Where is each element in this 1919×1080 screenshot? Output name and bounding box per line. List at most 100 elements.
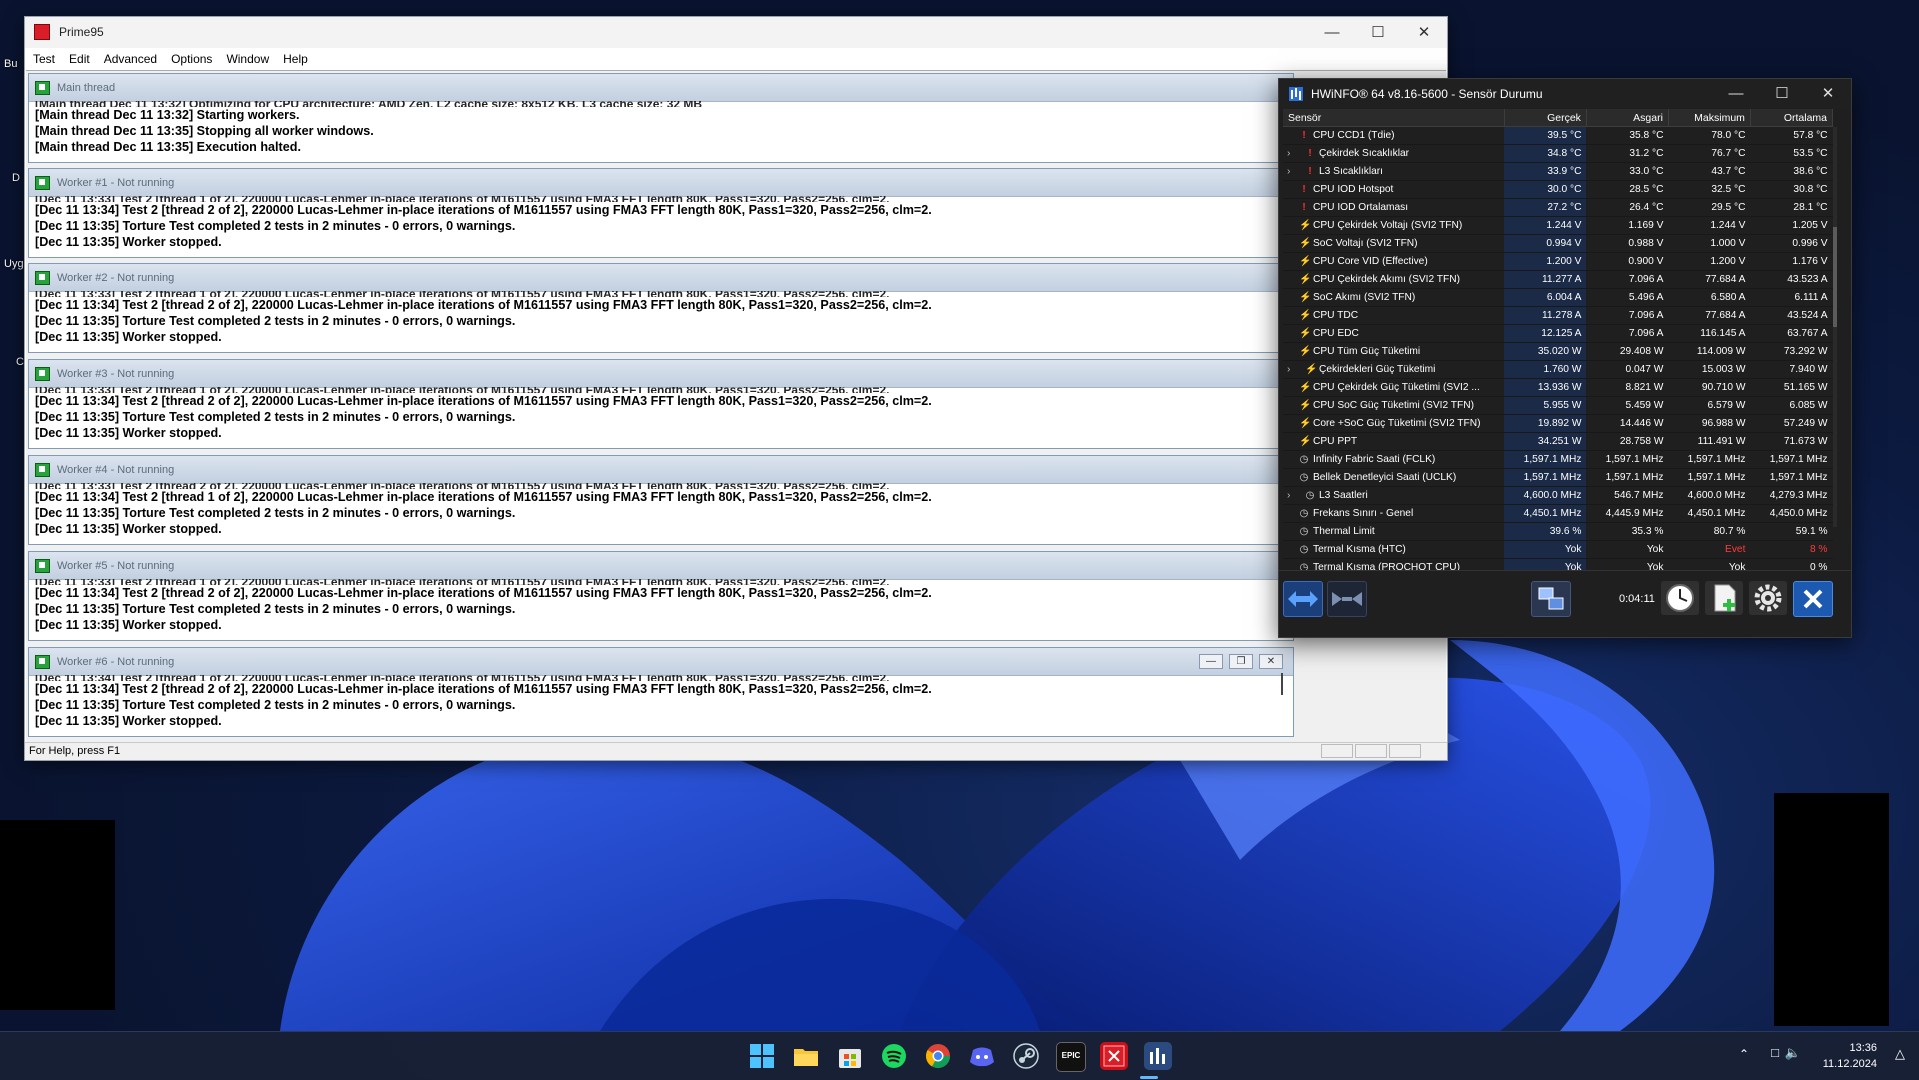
desktop-icon-label[interactable]: Bu [4,58,17,70]
sensor-row[interactable]: ⚡ CPU SoC Güç Tüketimi (SVI2 TFN) 5.955 W5… [1283,396,1833,415]
scrollbar-track[interactable] [1833,127,1837,527]
close-button[interactable]: ✕ [1805,79,1851,109]
child-window-main-thread[interactable]: Main thread [Main thread Dec 11 13:32] O… [28,73,1294,163]
log-file-button[interactable] [1705,581,1743,615]
sensor-row[interactable]: ⚡ Core +SoC Güç Tüketimi (SVI2 TFN) 19.892… [1283,414,1833,433]
sensor-name-cell[interactable]: ⚡ CPU Çekirdek Voltajı (SVI2 TFN) [1283,216,1505,235]
sensor-row[interactable]: ⚡ CPU Core VID (Effective) 1.200 V 0.900 V1… [1283,252,1833,271]
sensor-name-cell[interactable]: ! CPU IOD Ortalaması [1283,198,1505,217]
collapse-arrows-button[interactable] [1327,581,1367,617]
sensor-row[interactable]: ⚡ CPU Çekirdek Güç Tüketimi (SVI2 ... 13.9… [1283,378,1833,397]
desktop-icon-label[interactable]: D [12,172,20,184]
child-window-worker-5[interactable]: Worker #5 - Not running [Dec 11 13:33] T… [28,551,1294,641]
sensor-row[interactable]: ◷ Thermal Limit 39.6 % 35.3 % 80.7 % 59.1 % [1283,522,1833,541]
close-button[interactable]: ✕ [1401,17,1447,48]
column-header-sensor[interactable]: Sensör [1283,109,1505,127]
sensor-row[interactable]: › ◷ L3 Saatleri 4,600.0 MHz 546.7 MHz 4,600.0… [1283,486,1833,505]
column-header-avg[interactable]: Ortalama [1750,109,1834,127]
menu-window[interactable]: Window [226,52,269,66]
minimize-button[interactable]: — [1713,79,1759,109]
chevron-right-icon[interactable]: › [1287,490,1299,501]
sensor-name-cell[interactable]: ⚡ CPU PPT [1283,432,1505,451]
sensor-name-cell[interactable]: ⚡ Core +SoC Güç Tüketimi (SVI2 TFN) [1283,414,1505,433]
menu-help[interactable]: Help [283,52,308,66]
sensor-name-cell[interactable]: ⚡ CPU TDC [1283,306,1505,325]
sensor-row[interactable]: ⚡ SoC Voltajı (SVI2 TFN) 0.994 V 0.988 V 1.0… [1283,234,1833,253]
network-button[interactable] [1531,581,1571,617]
sensor-row[interactable]: ›! L3 Sıcaklıkları 33.9 °C 33.0 °C 43.7 °C 38… [1283,162,1833,181]
desktop-icon-label[interactable]: C [16,356,24,368]
log-output[interactable]: [Main thread Dec 11 13:32] Optimizing fo… [35,101,1287,160]
expand-arrows-button[interactable] [1283,581,1323,617]
sensor-row[interactable]: ›! Çekirdek Sıcaklıklar 34.8 °C 31.2 °C 76.7… [1283,144,1833,163]
sensor-name-cell[interactable]: › ⚡ Çekirdekleri Güç Tüketimi [1283,360,1505,379]
sensor-name-cell[interactable]: ⚡ CPU Çekirdek Güç Tüketimi (SVI2 ... [1283,378,1505,397]
log-output[interactable]: [Dec 11 13:33] Test 2 [thread 2 of 2], 2… [35,483,1287,542]
sensor-name-cell[interactable]: ! CPU CCD1 (Tdie) [1283,126,1505,145]
sensor-row[interactable]: ⚡ CPU Tüm Güç Tüketimi 35.020 W 29.408 W 114… [1283,342,1833,361]
network-status-icon[interactable]: □ [1771,1045,1779,1060]
sensor-name-cell[interactable]: ›! L3 Sıcaklıkları [1283,162,1505,181]
sensor-row[interactable]: ⚡ SoC Akımı (SVI2 TFN) 6.004 A 5.496 A 6.580… [1283,288,1833,307]
notification-bell-icon[interactable]: △ [1895,1046,1905,1062]
child-window-worker-3[interactable]: Worker #3 - Not running [Dec 11 13:33] T… [28,359,1294,449]
minimize-button[interactable]: — [1309,17,1355,48]
sensor-name-cell[interactable]: ◷ Thermal Limit [1283,522,1505,541]
sensor-row[interactable]: ⚡ CPU PPT 34.251 W 28.758 W 111.491 W 71.673 … [1283,432,1833,451]
child-titlebar[interactable]: Worker #3 - Not running [29,360,1293,388]
sensor-row[interactable]: ⚡ CPU Çekirdek Voltajı (SVI2 TFN) 1.244 V1… [1283,216,1833,235]
file-explorer-button[interactable] [792,1042,820,1070]
sensor-table[interactable]: Sensör Gerçek Asgari Maksimum Ortalama !… [1283,109,1834,613]
child-titlebar[interactable]: Worker #6 - Not running — ❐ ✕ [29,648,1293,676]
sensor-row[interactable]: ⚡ CPU Çekirdek Akımı (SVI2 TFN) 11.277 A 7.… [1283,270,1833,289]
discord-button[interactable] [968,1042,996,1070]
log-output[interactable]: [Dec 11 13:33] Test 2 [thread 1 of 2], 2… [35,196,1287,255]
sensor-row[interactable]: ◷ Frekans Sınırı - Genel 4,450.1 MHz 4,445.… [1283,504,1833,523]
sensor-name-cell[interactable]: ◷ Frekans Sınırı - Genel [1283,504,1505,523]
child-titlebar[interactable]: Worker #5 - Not running [29,552,1293,580]
sensor-row[interactable]: › ⚡ Çekirdekleri Güç Tüketimi 1.760 W 0.047 … [1283,360,1833,379]
sensor-name-cell[interactable]: ⚡ CPU Çekirdek Akımı (SVI2 TFN) [1283,270,1505,289]
sensor-row[interactable]: ◷ Infinity Fabric Saati (FCLK) 1,597.1 MHz… [1283,450,1833,469]
sensor-row[interactable]: ⚡ CPU TDC 11.278 A 7.096 A 77.684 A 43.524 A [1283,306,1833,325]
hwinfo-titlebar[interactable]: HWiNFO® 64 v8.16-5600 - Sensör Durumu — … [1279,79,1851,109]
sensor-row[interactable]: ! CPU CCD1 (Tdie) 39.5 °C 35.8 °C 78.0 °C 57.… [1283,126,1833,145]
menu-edit[interactable]: Edit [69,52,90,66]
sensor-name-cell[interactable]: › ◷ L3 Saatleri [1283,486,1505,505]
clock-button[interactable] [1661,581,1699,615]
column-header-max[interactable]: Maksimum [1668,109,1751,127]
chevron-right-icon[interactable]: › [1287,364,1299,375]
sensor-name-cell[interactable]: ◷ Termal Kısma (HTC) [1283,540,1505,559]
clock[interactable]: 13:36 11.12.2024 [1823,1040,1877,1072]
column-header-min[interactable]: Asgari [1586,109,1669,127]
sensor-name-cell[interactable]: ›! Çekirdek Sıcaklıklar [1283,144,1505,163]
sensor-name-cell[interactable]: ◷ Infinity Fabric Saati (FCLK) [1283,450,1505,469]
child-window-worker-6[interactable]: Worker #6 - Not running — ❐ ✕ [Dec 11 13… [28,647,1294,737]
sensor-name-cell[interactable]: ! CPU IOD Hotspot [1283,180,1505,199]
store-button[interactable] [836,1042,864,1070]
chevron-up-icon[interactable]: ⌃ [1739,1047,1749,1061]
sensor-name-cell[interactable]: ⚡ CPU Core VID (Effective) [1283,252,1505,271]
prime95-taskbar-button[interactable] [1100,1042,1128,1070]
log-output[interactable]: [Dec 11 13:33] Test 2 [thread 1 of 2], 2… [35,291,1287,350]
scrollbar[interactable] [1281,673,1283,695]
chevron-right-icon[interactable]: › [1287,148,1299,159]
sensor-name-cell[interactable]: ◷ Bellek Denetleyici Saati (UCLK) [1283,468,1505,487]
chrome-button[interactable] [924,1042,952,1070]
close-sensors-button[interactable] [1793,581,1833,617]
child-titlebar[interactable]: Worker #2 - Not running [29,264,1293,292]
sensor-row[interactable]: ! CPU IOD Ortalaması 27.2 °C 26.4 °C 29.5 °C… [1283,198,1833,217]
child-window-worker-1[interactable]: Worker #1 - Not running [Dec 11 13:33] T… [28,168,1294,258]
spotify-button[interactable] [880,1042,908,1070]
child-restore-button[interactable]: ❐ [1229,654,1253,669]
desktop-icon-label[interactable]: Uyg [4,258,24,270]
log-output[interactable]: [Dec 11 13:33] Test 2 [thread 1 of 2], 2… [35,579,1287,638]
child-window-worker-2[interactable]: Worker #2 - Not running [Dec 11 13:33] T… [28,263,1294,353]
child-titlebar[interactable]: Worker #1 - Not running [29,169,1293,197]
sensor-name-cell[interactable]: ⚡ SoC Akımı (SVI2 TFN) [1283,288,1505,307]
menu-options[interactable]: Options [171,52,212,66]
prime95-titlebar[interactable]: Prime95 — ☐ ✕ [25,17,1447,48]
sensor-row[interactable]: ◷ Termal Kısma (HTC) Yok Yok Evet 8 % [1283,540,1833,559]
menu-test[interactable]: Test [33,52,55,66]
prime95-window[interactable]: Prime95 — ☐ ✕ Test Edit Advanced Options… [24,16,1448,761]
